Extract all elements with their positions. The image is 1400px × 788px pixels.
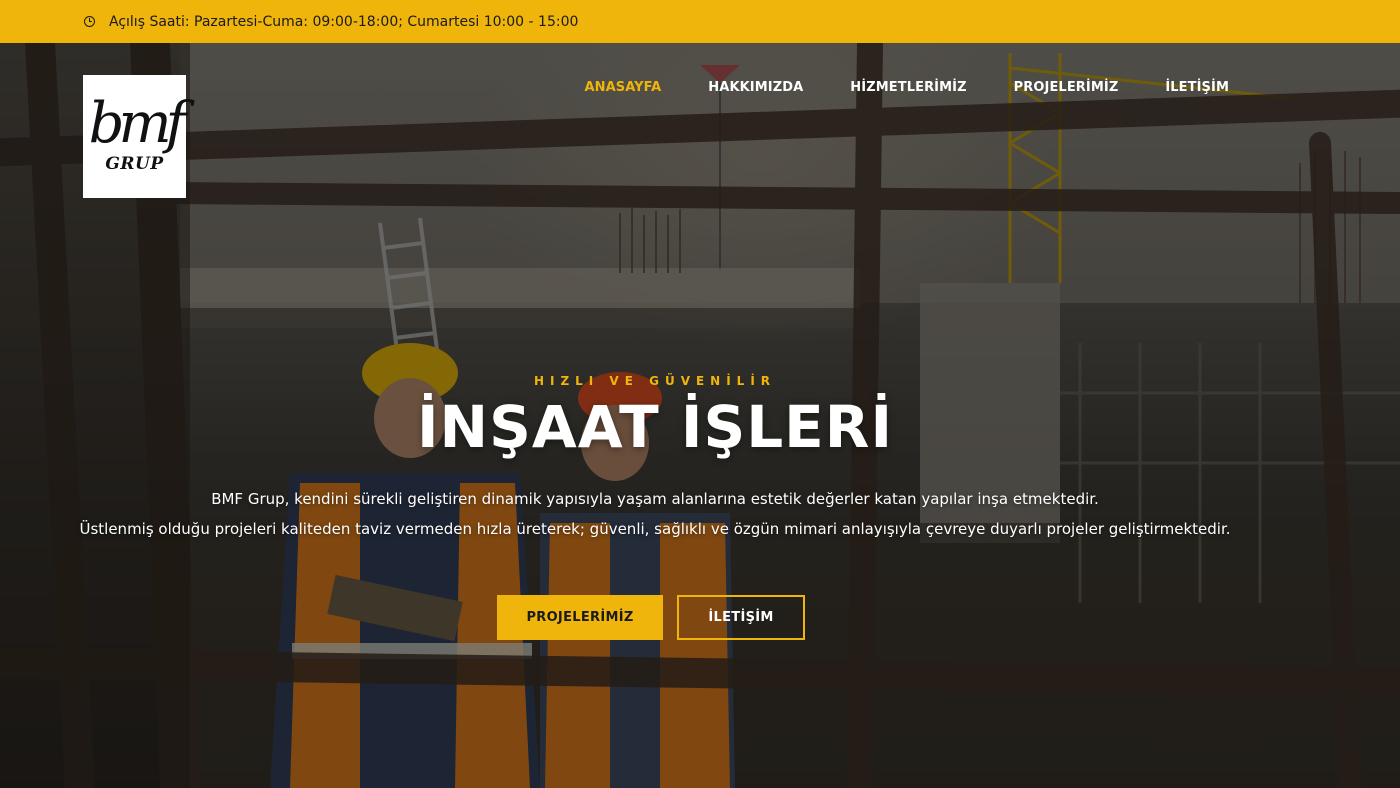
logo-mark: bmf — [88, 90, 187, 156]
opening-hours-text: Açılış Saati: Pazartesi-Cuma: 09:00-18:0… — [109, 13, 579, 30]
main-navigation: ANASAYFA HAKKIMIZDA HİZMETLERİMİZ PROJEL… — [584, 80, 1229, 95]
hero-description-line-2: Üstlenmiş olduğu projeleri kaliteden tav… — [79, 520, 1231, 538]
hero-section: bmf GRUP ANASAYFA HAKKIMIZDA HİZMETLERİM… — [0, 43, 1400, 788]
top-info-bar: Açılış Saati: Pazartesi-Cuma: 09:00-18:0… — [0, 0, 1400, 43]
nav-item-hakkimizda[interactable]: HAKKIMIZDA — [708, 80, 803, 95]
hero-description-line-1: BMF Grup, kendini sürekli geliştiren din… — [211, 490, 1099, 508]
nav-item-iletisim[interactable]: İLETİŞİM — [1165, 80, 1229, 95]
hero-tagline: HIZLI VE GÜVENİLİR — [533, 374, 777, 388]
nav-item-hizmetlerimiz[interactable]: HİZMETLERİMİZ — [850, 80, 966, 95]
bmf-grup-logo[interactable]: bmf GRUP — [83, 75, 186, 198]
contact-button[interactable]: İLETİŞİM — [677, 595, 805, 640]
nav-item-anasayfa[interactable]: ANASAYFA — [584, 80, 661, 95]
logo-subtitle: GRUP — [105, 153, 164, 174]
hero-headline: İNŞAAT İŞLERİ — [416, 393, 894, 461]
nav-item-projelerimiz[interactable]: PROJELERİMİZ — [1014, 80, 1119, 95]
projects-button[interactable]: PROJELERİMİZ — [497, 595, 663, 640]
clock-icon — [84, 16, 95, 27]
